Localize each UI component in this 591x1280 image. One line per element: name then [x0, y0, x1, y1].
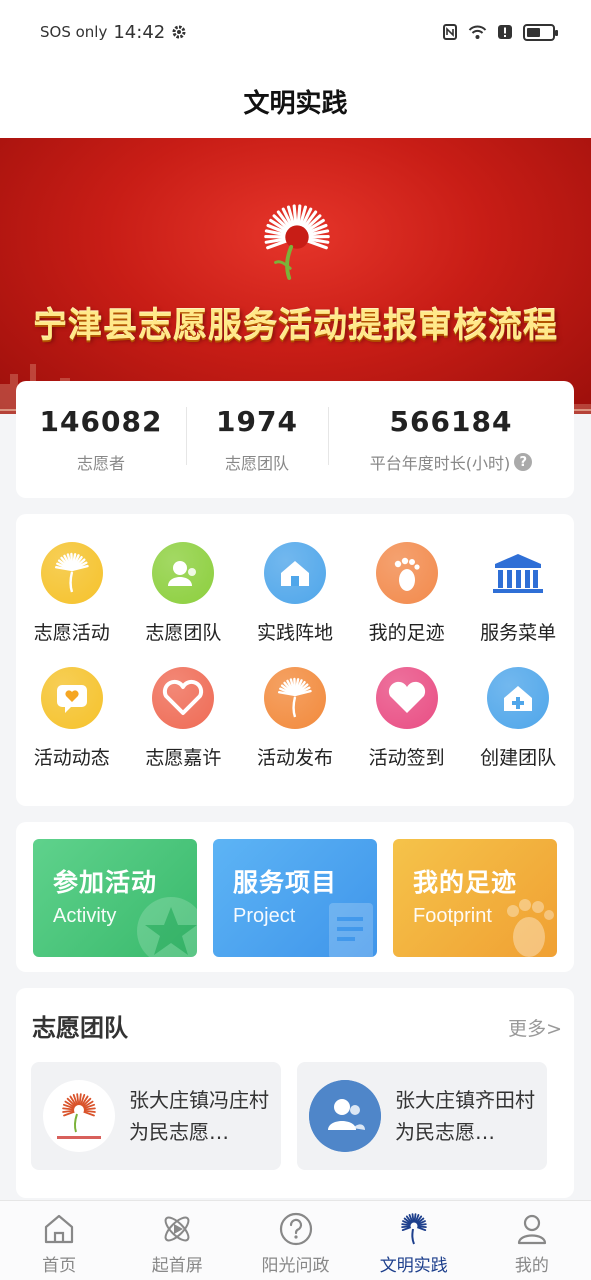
nav-label: 阳光问政 — [261, 1256, 330, 1276]
alert-icon — [498, 25, 512, 39]
settings-gear-icon — [172, 25, 186, 39]
stat-value: 146082 — [39, 405, 163, 438]
grid-item-3[interactable]: 实践阵地 — [239, 542, 351, 645]
nav-sunshine-politics[interactable]: 阳光问政 — [236, 1201, 354, 1280]
grid-item-10[interactable]: 创建团队 — [462, 667, 574, 770]
grid-item-4[interactable]: 我的足迹 — [351, 542, 463, 645]
clock-time: 14:42 — [113, 21, 166, 43]
bottom-nav: 首页 起首屏 阳光问政 文明实践 我的 — [0, 1200, 591, 1280]
heart-hands-icon — [152, 667, 215, 729]
stat-label: 志愿者 — [76, 454, 125, 473]
team-name: 张大庄镇齐田村为民志愿… — [395, 1088, 535, 1144]
home-outline-icon — [44, 1214, 74, 1244]
heart-icon — [375, 667, 438, 729]
nav-home[interactable]: 首页 — [0, 1201, 118, 1280]
grid-item-2[interactable]: 志愿团队 — [128, 542, 240, 645]
grid-item-5[interactable]: 服务菜单 — [462, 542, 574, 645]
grid-label: 服务菜单 — [480, 622, 557, 644]
stat-label-row: 志愿者 — [16, 450, 186, 474]
nav-mine[interactable]: 我的 — [473, 1201, 591, 1280]
fan-icon — [40, 542, 103, 604]
nav-label: 起首屏 — [151, 1256, 203, 1276]
document-icon — [329, 903, 373, 957]
nav-civilization-practice[interactable]: 文明实践 — [355, 1201, 473, 1280]
grid-label: 志愿活动 — [33, 622, 110, 644]
team-icon — [309, 1080, 381, 1152]
stat-value: 566184 — [389, 405, 513, 438]
grid-item-8[interactable]: 活动发布 — [239, 667, 351, 770]
join-activity-button[interactable]: 参加活动 Activity — [33, 839, 197, 957]
stat-label-row: 志愿团队 — [186, 450, 328, 474]
grid-label: 志愿嘉许 — [145, 747, 222, 769]
question-icon — [279, 1212, 312, 1246]
fan-logo-icon — [400, 1213, 427, 1245]
grid-label: 活动签到 — [368, 747, 445, 769]
grid-label: 我的足迹 — [368, 622, 445, 644]
stat-label: 志愿团队 — [224, 454, 289, 473]
star-icon — [137, 897, 197, 957]
grid-item-6[interactable]: 活动动态 — [16, 667, 128, 770]
carrier-text: SOS only — [40, 23, 108, 41]
feature-grid-card: 志愿活动 志愿团队 实践阵地 我的足迹 服务菜单活动动态 志愿嘉许 活动发布 活动签到 创建团队 — [16, 514, 574, 806]
nav-label: 我的 — [514, 1256, 549, 1276]
wifi-icon — [468, 25, 487, 39]
status-left: SOS only 14:42 — [40, 22, 187, 43]
team-card-item[interactable]: 张大庄镇冯庄村为民志愿… — [31, 1062, 281, 1170]
banner[interactable]: 宁津县志愿服务活动提报审核流程 — [0, 138, 591, 414]
stat-value: 1974 — [216, 405, 298, 438]
atom-icon — [164, 1216, 190, 1242]
fan-icon — [263, 667, 326, 729]
team-icon — [152, 542, 215, 604]
team-card-item[interactable]: 张大庄镇齐田村为民志愿… — [297, 1062, 547, 1170]
grid-item-9[interactable]: 活动签到 — [351, 667, 463, 770]
status-right — [442, 23, 558, 41]
stats-card: 146082 志愿者 1974 志愿团队 566184 平台年度时长(小时) ? — [16, 381, 574, 498]
chat-heart-icon — [40, 667, 103, 729]
team-name: 张大庄镇冯庄村为民志愿… — [129, 1088, 269, 1144]
team-logo-avatar — [43, 1080, 115, 1152]
nfc-icon — [443, 24, 457, 40]
home-plus-icon — [487, 667, 550, 729]
section-title: 志愿团队 — [32, 1014, 128, 1042]
battery-icon — [523, 23, 558, 41]
grid-label: 活动动态 — [33, 747, 110, 769]
page-title: 文明实践 — [0, 64, 591, 138]
battery-level — [527, 27, 541, 37]
home-icon — [263, 542, 326, 604]
nav-start-screen[interactable]: 起首屏 — [118, 1201, 236, 1280]
volunteer-logo-icon — [264, 204, 330, 280]
stat-teams: 1974 志愿团队 — [186, 405, 328, 474]
grid-label: 创建团队 — [480, 747, 557, 769]
help-icon[interactable]: ? — [514, 453, 533, 471]
footprint-icon — [375, 542, 438, 604]
nav-label: 文明实践 — [379, 1256, 448, 1276]
nav-label: 首页 — [42, 1256, 77, 1276]
quick-entry-card: 参加活动 Activity 服务项目 Project 我的足迹 Footprin… — [16, 822, 574, 972]
team-avatar — [309, 1080, 381, 1152]
grid-label: 志愿团队 — [145, 622, 222, 644]
stat-volunteers: 146082 志愿者 — [16, 405, 186, 474]
service-project-button[interactable]: 服务项目 Project — [213, 839, 377, 957]
more-link[interactable]: 更多> — [508, 1014, 562, 1041]
footprint-icon — [507, 899, 554, 957]
feature-grid: 志愿活动 志愿团队 实践阵地 我的足迹 服务菜单活动动态 志愿嘉许 活动发布 活动签到 创建团队 — [16, 542, 574, 770]
grid-item-7[interactable]: 志愿嘉许 — [128, 667, 240, 770]
status-bar: SOS only 14:42 — [0, 0, 591, 64]
user-icon — [517, 1214, 547, 1245]
my-footprint-button[interactable]: 我的足迹 Footprint — [393, 839, 557, 957]
grid-label: 活动发布 — [256, 747, 333, 769]
stat-hours: 566184 平台年度时长(小时) ? — [328, 405, 574, 474]
stat-label: 平台年度时长(小时) — [369, 454, 511, 473]
team-section: 志愿团队 更多> 张大庄镇冯庄村为民志愿… 张大庄镇齐田村为民志愿… — [16, 988, 574, 1198]
stat-label-row: 平台年度时长(小时) ? — [328, 450, 574, 474]
grid-label: 实践阵地 — [256, 622, 333, 644]
bank-icon — [487, 542, 549, 604]
grid-item-1[interactable]: 志愿活动 — [16, 542, 128, 645]
volunteer-logo-icon — [44, 1081, 114, 1151]
